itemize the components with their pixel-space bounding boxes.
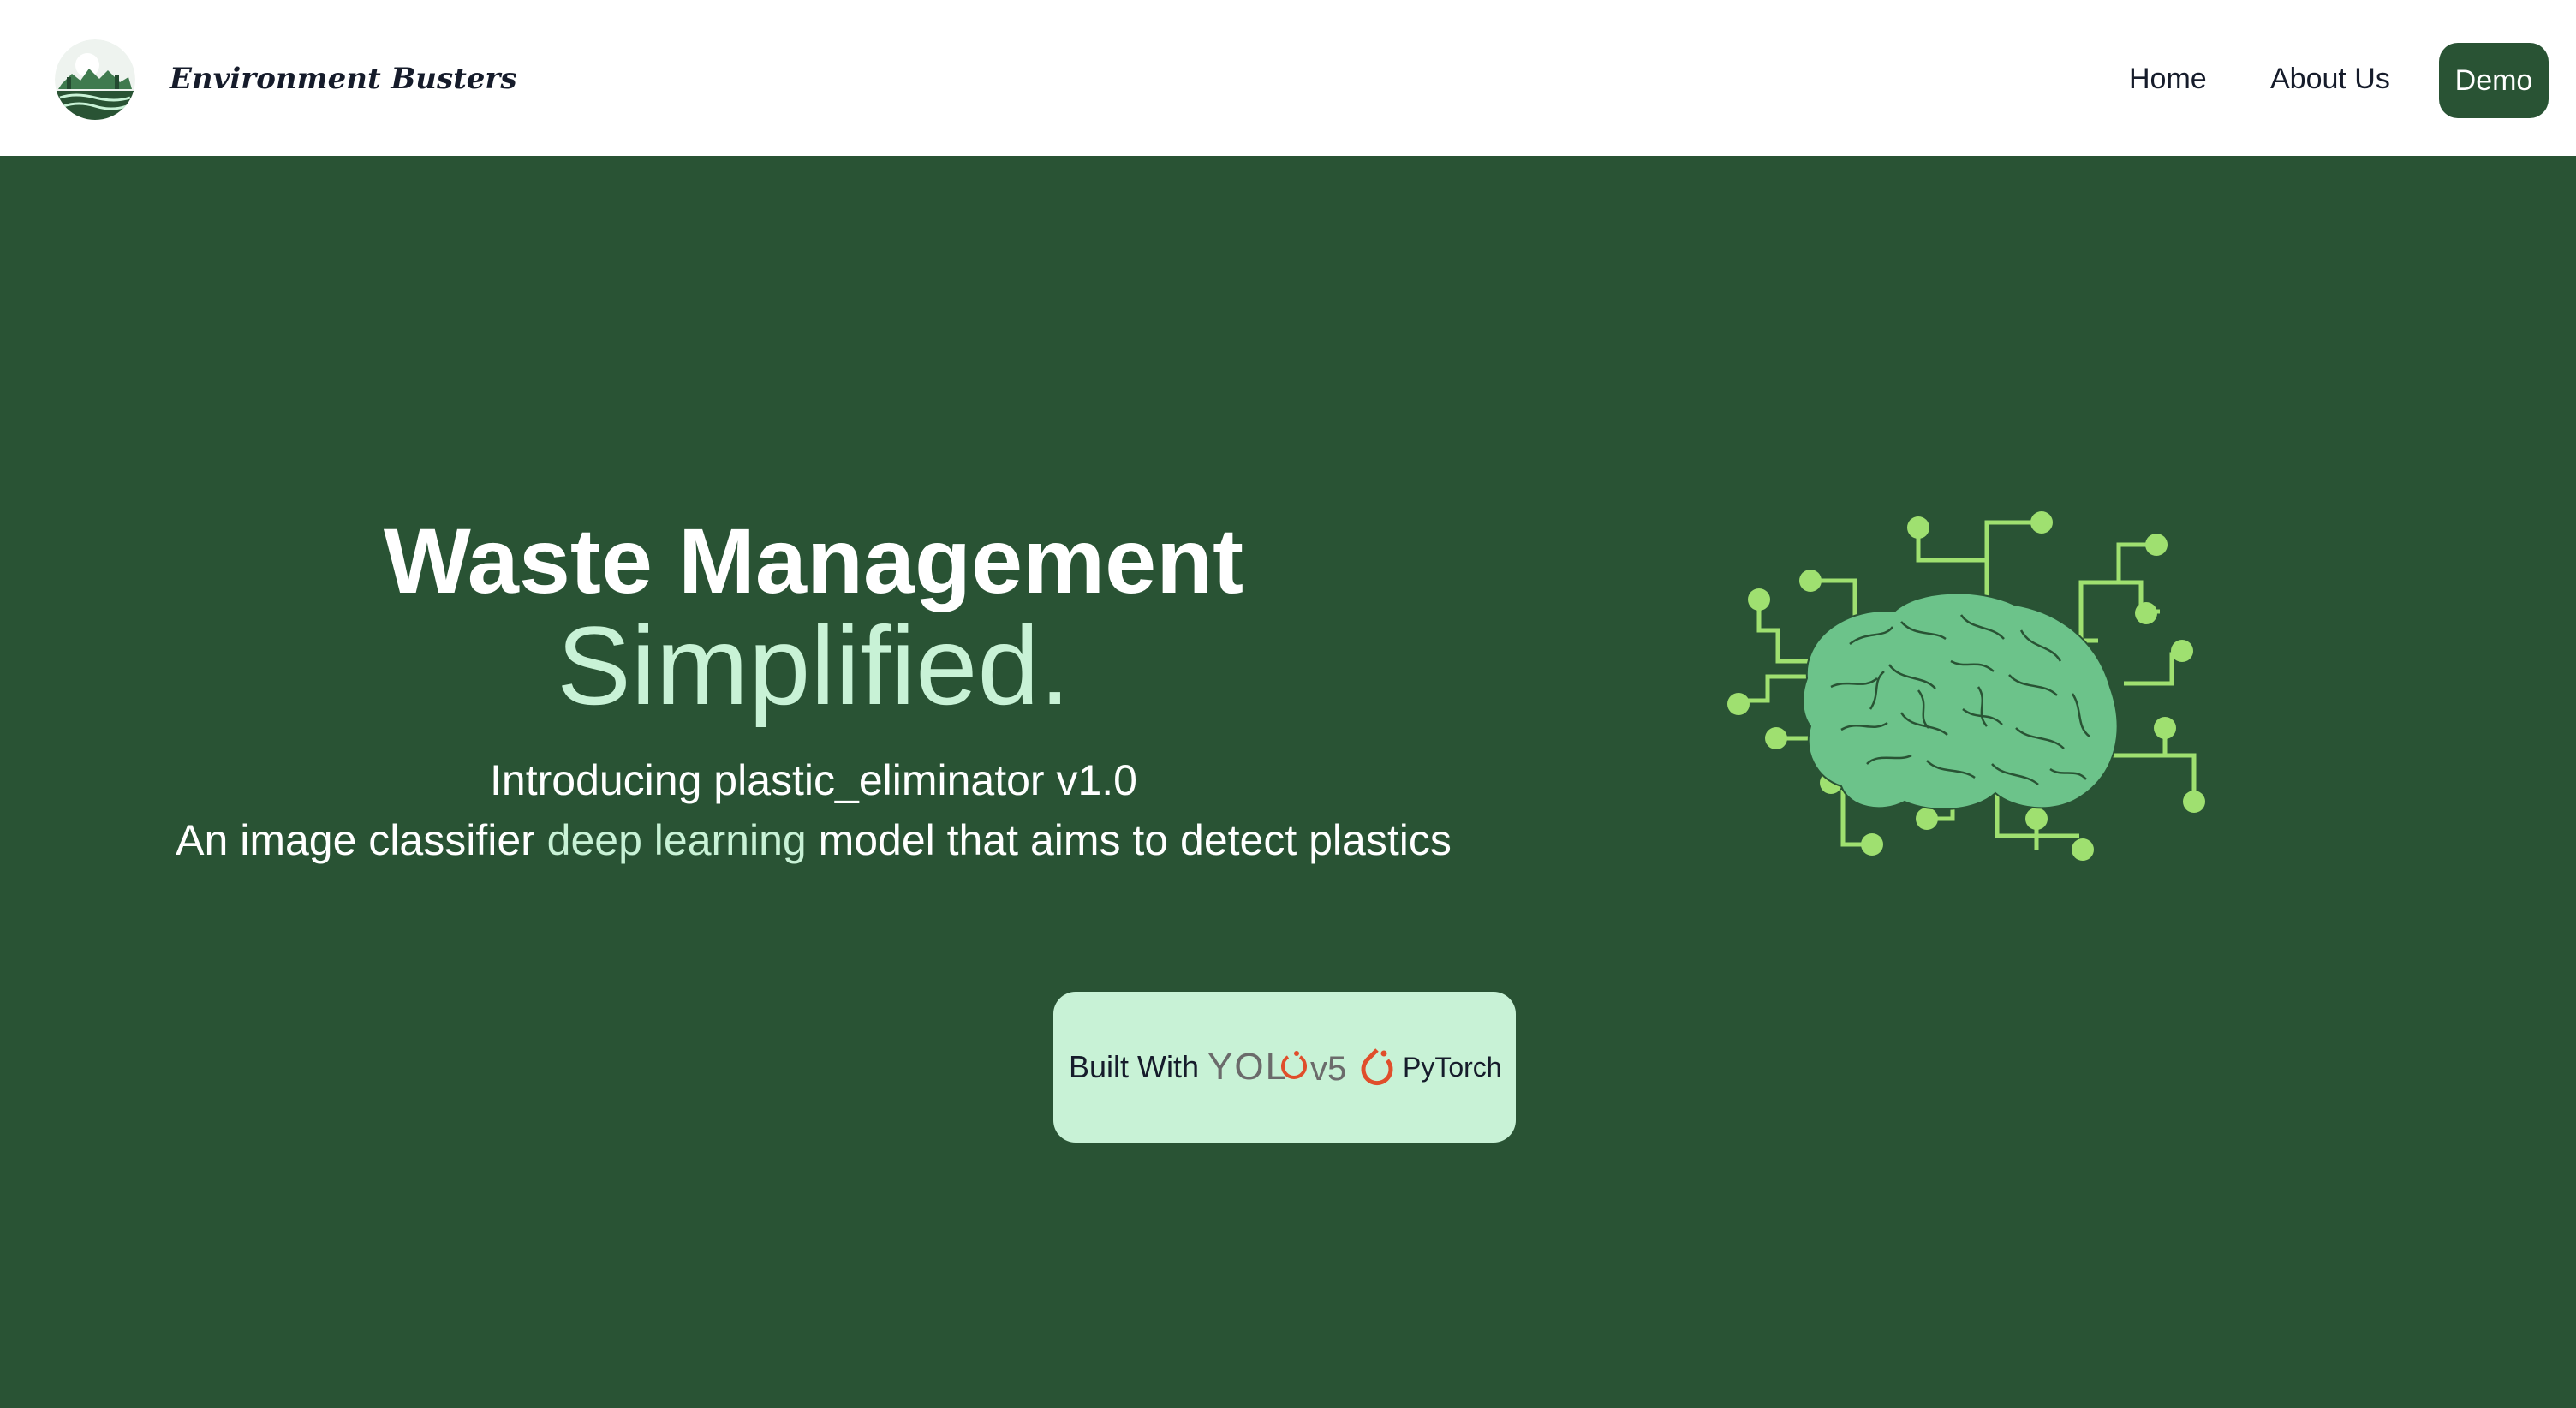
hero-description: An image classifier deep learning model … [0,812,1627,868]
hero-desc-after: model that aims to detect plastics [806,816,1452,864]
built-with-badge: Built With YOL v5 PyTorch [1053,992,1516,1143]
brand-name[interactable]: Environment Busters [170,55,516,103]
nav-home-link[interactable]: Home [2129,53,2207,104]
circuit-brain-icon [1721,510,2218,874]
site-logo[interactable] [55,39,135,120]
hero-intro: Introducing plastic_eliminator v1.0 [490,756,1137,804]
yolo-logo-icon [1279,1050,1309,1084]
hero-desc-highlight: deep learning [546,816,807,864]
built-with-label: Built With [1069,1049,1200,1084]
yolo-logo-text: YOL [1208,1046,1289,1088]
top-navbar: Environment Busters Home About Us Demo [0,0,2576,156]
hero-accent: Simplified. [557,603,1070,728]
hero-title: Waste Management [383,509,1244,612]
nav-demo-button[interactable]: Demo [2439,43,2549,118]
yolo-version: v5 [1310,1050,1347,1088]
pytorch-flame-icon [1358,1045,1396,1091]
nav-about-link[interactable]: About Us [2270,53,2390,104]
hero-desc-before: An image classifier [176,816,547,864]
pytorch-logo-text: PyTorch [1403,1052,1502,1083]
